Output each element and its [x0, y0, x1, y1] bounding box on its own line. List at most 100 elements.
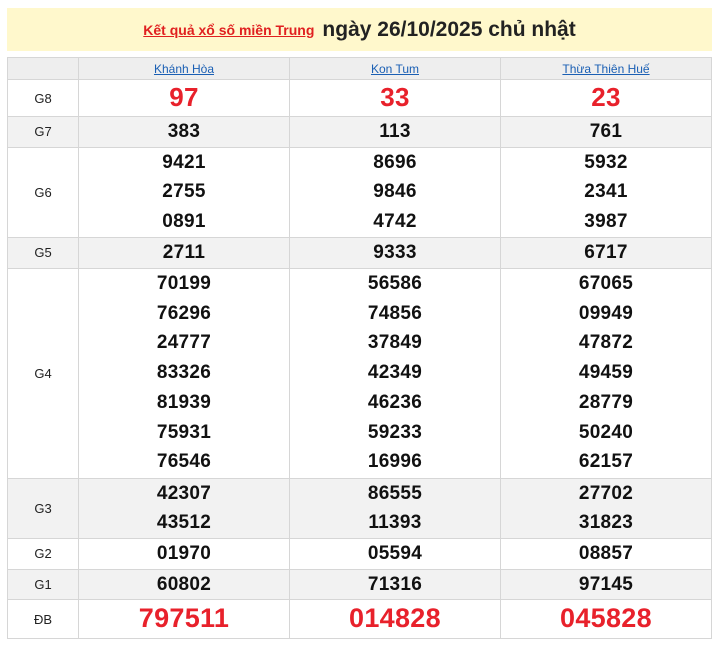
- prize-label: G6: [7, 146, 79, 238]
- prize-number: 2755: [162, 181, 206, 203]
- province-header: Thừa Thiên Huế: [500, 57, 712, 80]
- prize-number: 9333: [373, 241, 417, 263]
- prize-number: 09949: [578, 302, 634, 324]
- prize-number: 60802: [156, 573, 212, 595]
- prize-number: 56586: [367, 273, 423, 295]
- prize-number: 49459: [578, 362, 634, 384]
- prize-row-g6: G6 9421 2755 0891 8696 9846 4742 5932 23…: [7, 146, 712, 238]
- prize-number: 47872: [578, 332, 634, 354]
- prize-number: 71316: [367, 573, 423, 595]
- prize-number: 37849: [367, 332, 423, 354]
- prize-cell: 8696 9846 4742: [289, 146, 501, 238]
- prize-number: 3987: [584, 211, 628, 233]
- prize-number: 97: [169, 82, 199, 113]
- prize-cell: 014828: [289, 599, 501, 640]
- prize-cell: 383: [78, 116, 290, 148]
- prize-number: 9421: [162, 151, 206, 173]
- prize-number: 08857: [578, 542, 634, 564]
- prize-row-g3: G3 42307 43512 86555 11393 27702 31823: [7, 477, 712, 539]
- province-header: Kon Tum: [289, 57, 501, 80]
- prize-cell: 67065 09949 47872 49459 28779 50240 6215…: [500, 267, 712, 479]
- prize-label: G4: [7, 267, 79, 479]
- prize-number: 42307: [156, 482, 212, 504]
- prize-cell: 5932 2341 3987: [500, 146, 712, 238]
- results-header: Kết quả xổ số miền Trung ngày 26/10/2025…: [7, 8, 712, 51]
- prize-number: 28779: [578, 391, 634, 413]
- prize-number: 31823: [578, 512, 634, 534]
- prize-cell: 797511: [78, 599, 290, 640]
- special-prize-number: 797511: [138, 603, 230, 634]
- prize-number: 11393: [368, 512, 422, 534]
- header-corner-cell: [7, 57, 79, 80]
- prize-cell: 70199 76296 24777 83326 81939 75931 7654…: [78, 267, 290, 479]
- prize-cell: 23: [500, 79, 712, 117]
- prize-cell: 08857: [500, 537, 712, 570]
- prize-number: 8696: [373, 151, 417, 173]
- prize-cell: 71316: [289, 568, 501, 601]
- prize-cell: 60802: [78, 568, 290, 601]
- prize-label: G2: [7, 537, 79, 570]
- prize-cell: 33: [289, 79, 501, 117]
- prize-cell: 05594: [289, 537, 501, 570]
- prize-number: 383: [167, 121, 201, 142]
- prize-row-g1: G1 60802 71316 97145: [7, 568, 712, 601]
- region-results-link[interactable]: Kết quả xổ số miền Trung: [143, 22, 314, 38]
- prize-number: 75931: [156, 421, 212, 443]
- prize-cell: 42307 43512: [78, 477, 290, 539]
- lottery-results-table: Khánh Hòa Kon Tum Thừa Thiên Huế G8 97 3…: [7, 57, 712, 640]
- province-header: Khánh Hòa: [78, 57, 290, 80]
- prize-number: 76296: [156, 302, 212, 324]
- prize-row-special: ĐB 797511 014828 045828: [7, 599, 712, 640]
- prize-cell: 045828: [500, 599, 712, 640]
- prize-number: 86555: [367, 482, 423, 504]
- prize-number: 01970: [156, 542, 212, 564]
- prize-number: 97145: [578, 573, 634, 595]
- prize-number: 81939: [156, 391, 212, 413]
- prize-row-g4: G4 70199 76296 24777 83326 81939 75931 7…: [7, 267, 712, 479]
- prize-number: 62157: [578, 451, 634, 473]
- prize-number: 74856: [367, 302, 423, 324]
- special-prize-number: 014828: [349, 603, 441, 634]
- prize-row-g2: G2 01970 05594 08857: [7, 537, 712, 570]
- prize-number: 16996: [367, 451, 423, 473]
- prize-number: 4742: [373, 211, 417, 233]
- prize-number: 83326: [156, 362, 212, 384]
- prize-number: 2711: [162, 241, 206, 263]
- table-header-row: Khánh Hòa Kon Tum Thừa Thiên Huế: [7, 57, 712, 80]
- prize-number: 33: [380, 82, 410, 113]
- prize-cell: 761: [500, 116, 712, 148]
- prize-number: 23: [591, 82, 621, 113]
- prize-number: 46236: [367, 391, 423, 413]
- prize-label: G1: [7, 568, 79, 601]
- province-link-khanh-hoa[interactable]: Khánh Hòa: [154, 62, 214, 76]
- province-link-thua-thien-hue[interactable]: Thừa Thiên Huế: [562, 62, 649, 76]
- prize-label: G5: [7, 236, 79, 269]
- prize-label: G7: [7, 116, 79, 148]
- province-link-kon-tum[interactable]: Kon Tum: [371, 62, 419, 76]
- prize-number: 67065: [578, 273, 634, 295]
- prize-number: 0891: [162, 211, 206, 233]
- prize-cell: 6717: [500, 236, 712, 269]
- prize-row-g7: G7 383 113 761: [7, 116, 712, 148]
- prize-cell: 113: [289, 116, 501, 148]
- prize-cell: 9333: [289, 236, 501, 269]
- prize-number: 50240: [578, 421, 634, 443]
- prize-number: 5932: [584, 151, 628, 173]
- prize-number: 70199: [156, 273, 212, 295]
- prize-cell: 01970: [78, 537, 290, 570]
- prize-number: 43512: [156, 512, 212, 534]
- prize-label: G8: [7, 79, 79, 117]
- prize-number: 24777: [156, 332, 212, 354]
- results-page: Kết quả xổ số miền Trung ngày 26/10/2025…: [0, 0, 714, 649]
- prize-number: 113: [379, 121, 411, 142]
- prize-cell: 86555 11393: [289, 477, 501, 539]
- prize-cell: 2711: [78, 236, 290, 269]
- prize-row-g5: G5 2711 9333 6717: [7, 236, 712, 269]
- prize-number: 59233: [367, 421, 423, 443]
- prize-number: 761: [589, 121, 623, 142]
- prize-label: G3: [7, 477, 79, 539]
- prize-cell: 9421 2755 0891: [78, 146, 290, 238]
- prize-row-g8: G8 97 33 23: [7, 79, 712, 117]
- special-prize-number: 045828: [560, 603, 652, 634]
- prize-number: 76546: [156, 451, 212, 473]
